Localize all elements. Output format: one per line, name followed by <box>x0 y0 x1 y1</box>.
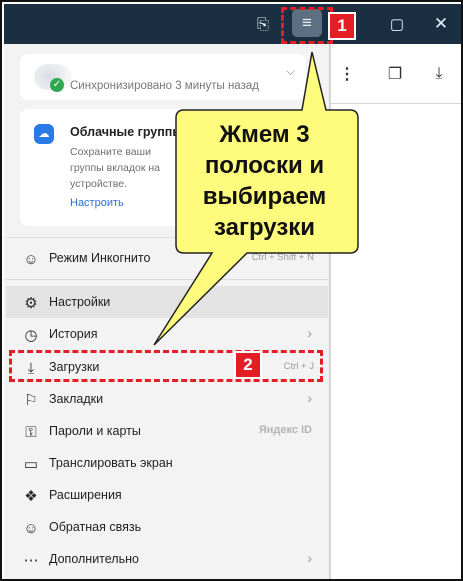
menu-item-more[interactable]: ⋯ Дополнительно › <box>6 543 328 575</box>
puzzle-icon: ❖ <box>24 488 38 505</box>
menu-item-label: Пароли и карты <box>49 424 141 438</box>
menu-divider <box>6 279 328 280</box>
chevron-right-icon: › <box>307 390 312 406</box>
clock-icon: ◷ <box>24 327 38 344</box>
gear-icon: ⚙ <box>24 295 38 312</box>
check-icon: ✓ <box>50 78 64 92</box>
cloud-icon: ☁ <box>34 124 54 144</box>
menu-item-label: Настройки <box>49 295 111 309</box>
menu-item-label: Закладки <box>49 392 104 406</box>
sync-status: Синхронизировано 3 минуты назад <box>70 80 259 92</box>
step-badge-2: 2 <box>234 351 262 379</box>
menu-item-passwords[interactable]: ⚿ Пароли и карты Яндекс ID <box>6 415 328 447</box>
chevron-right-icon: › <box>307 325 312 341</box>
callout-text: Жмем 3 полоски и выбираем загрузки <box>202 121 327 241</box>
title-bar: ⎘ ≡ ▢ ✕ <box>4 4 461 44</box>
close-icon[interactable]: ✕ <box>426 9 456 39</box>
menu-item-label: Расширения <box>49 488 122 502</box>
menu-item-feedback[interactable]: ☺ Обратная связь <box>6 511 328 543</box>
menu-item-extensions[interactable]: ❖ Расширения <box>6 479 328 511</box>
more-vertical-icon[interactable]: ⋮ <box>335 62 359 86</box>
bookmark-pages-icon[interactable]: ⎘ <box>248 9 278 39</box>
shortcut-hint: Ctrl + Shift + N <box>251 252 314 263</box>
sync-card[interactable]: ✓ Синхронизировано 3 минуты назад ⌵ <box>20 54 306 100</box>
maximize-icon[interactable]: ▢ <box>382 9 412 39</box>
browser-window: ⎘ ≡ ▢ ✕ ⋮ ❐ ⤓ ✓ Синхронизировано 3 минут… <box>0 0 463 581</box>
menu-item-history[interactable]: ◷ История › <box>6 318 328 350</box>
step-badge-1: 1 <box>328 12 356 40</box>
chevron-right-icon: › <box>307 550 312 566</box>
chevron-down-icon[interactable]: ⌵ <box>286 64 295 79</box>
menu-item-incognito[interactable]: ☺ Режим Инкогнито Ctrl + Shift + N <box>6 242 328 274</box>
menu-item-label: Дополнительно <box>49 552 139 566</box>
menu-item-label: История <box>49 327 98 341</box>
key-icon: ⚿ <box>25 423 37 441</box>
download-icon[interactable]: ⤓ <box>427 62 451 86</box>
cast-icon: ▭ <box>23 456 39 473</box>
menu-item-bookmarks[interactable]: ⚐ Закладки › <box>6 383 328 415</box>
highlight-downloads-item <box>9 350 323 382</box>
cloud-title: Облачные группы <box>70 125 184 139</box>
menu-item-cast[interactable]: ▭ Транслировать экран <box>6 447 328 479</box>
yandex-id-badge: Яндекс ID <box>258 424 312 436</box>
menu-item-label: Транслировать экран <box>49 456 173 470</box>
more-horizontal-icon: ⋯ <box>23 552 39 569</box>
browser-toolbar: ⋮ ❐ ⤓ <box>330 44 461 104</box>
incognito-mask-icon: ☺ <box>23 250 39 268</box>
cloud-setup-link[interactable]: Настроить <box>70 197 124 209</box>
menu-item-label: Обратная связь <box>49 520 142 534</box>
highlight-menu-button <box>281 7 333 44</box>
collections-icon[interactable]: ❐ <box>383 62 407 86</box>
menu-item-settings[interactable]: ⚙ Настройки <box>6 286 328 318</box>
menu-item-label: Режим Инкогнито <box>49 251 151 265</box>
feedback-icon: ☺ <box>23 519 39 537</box>
bookmark-icon: ⚐ <box>24 392 38 409</box>
